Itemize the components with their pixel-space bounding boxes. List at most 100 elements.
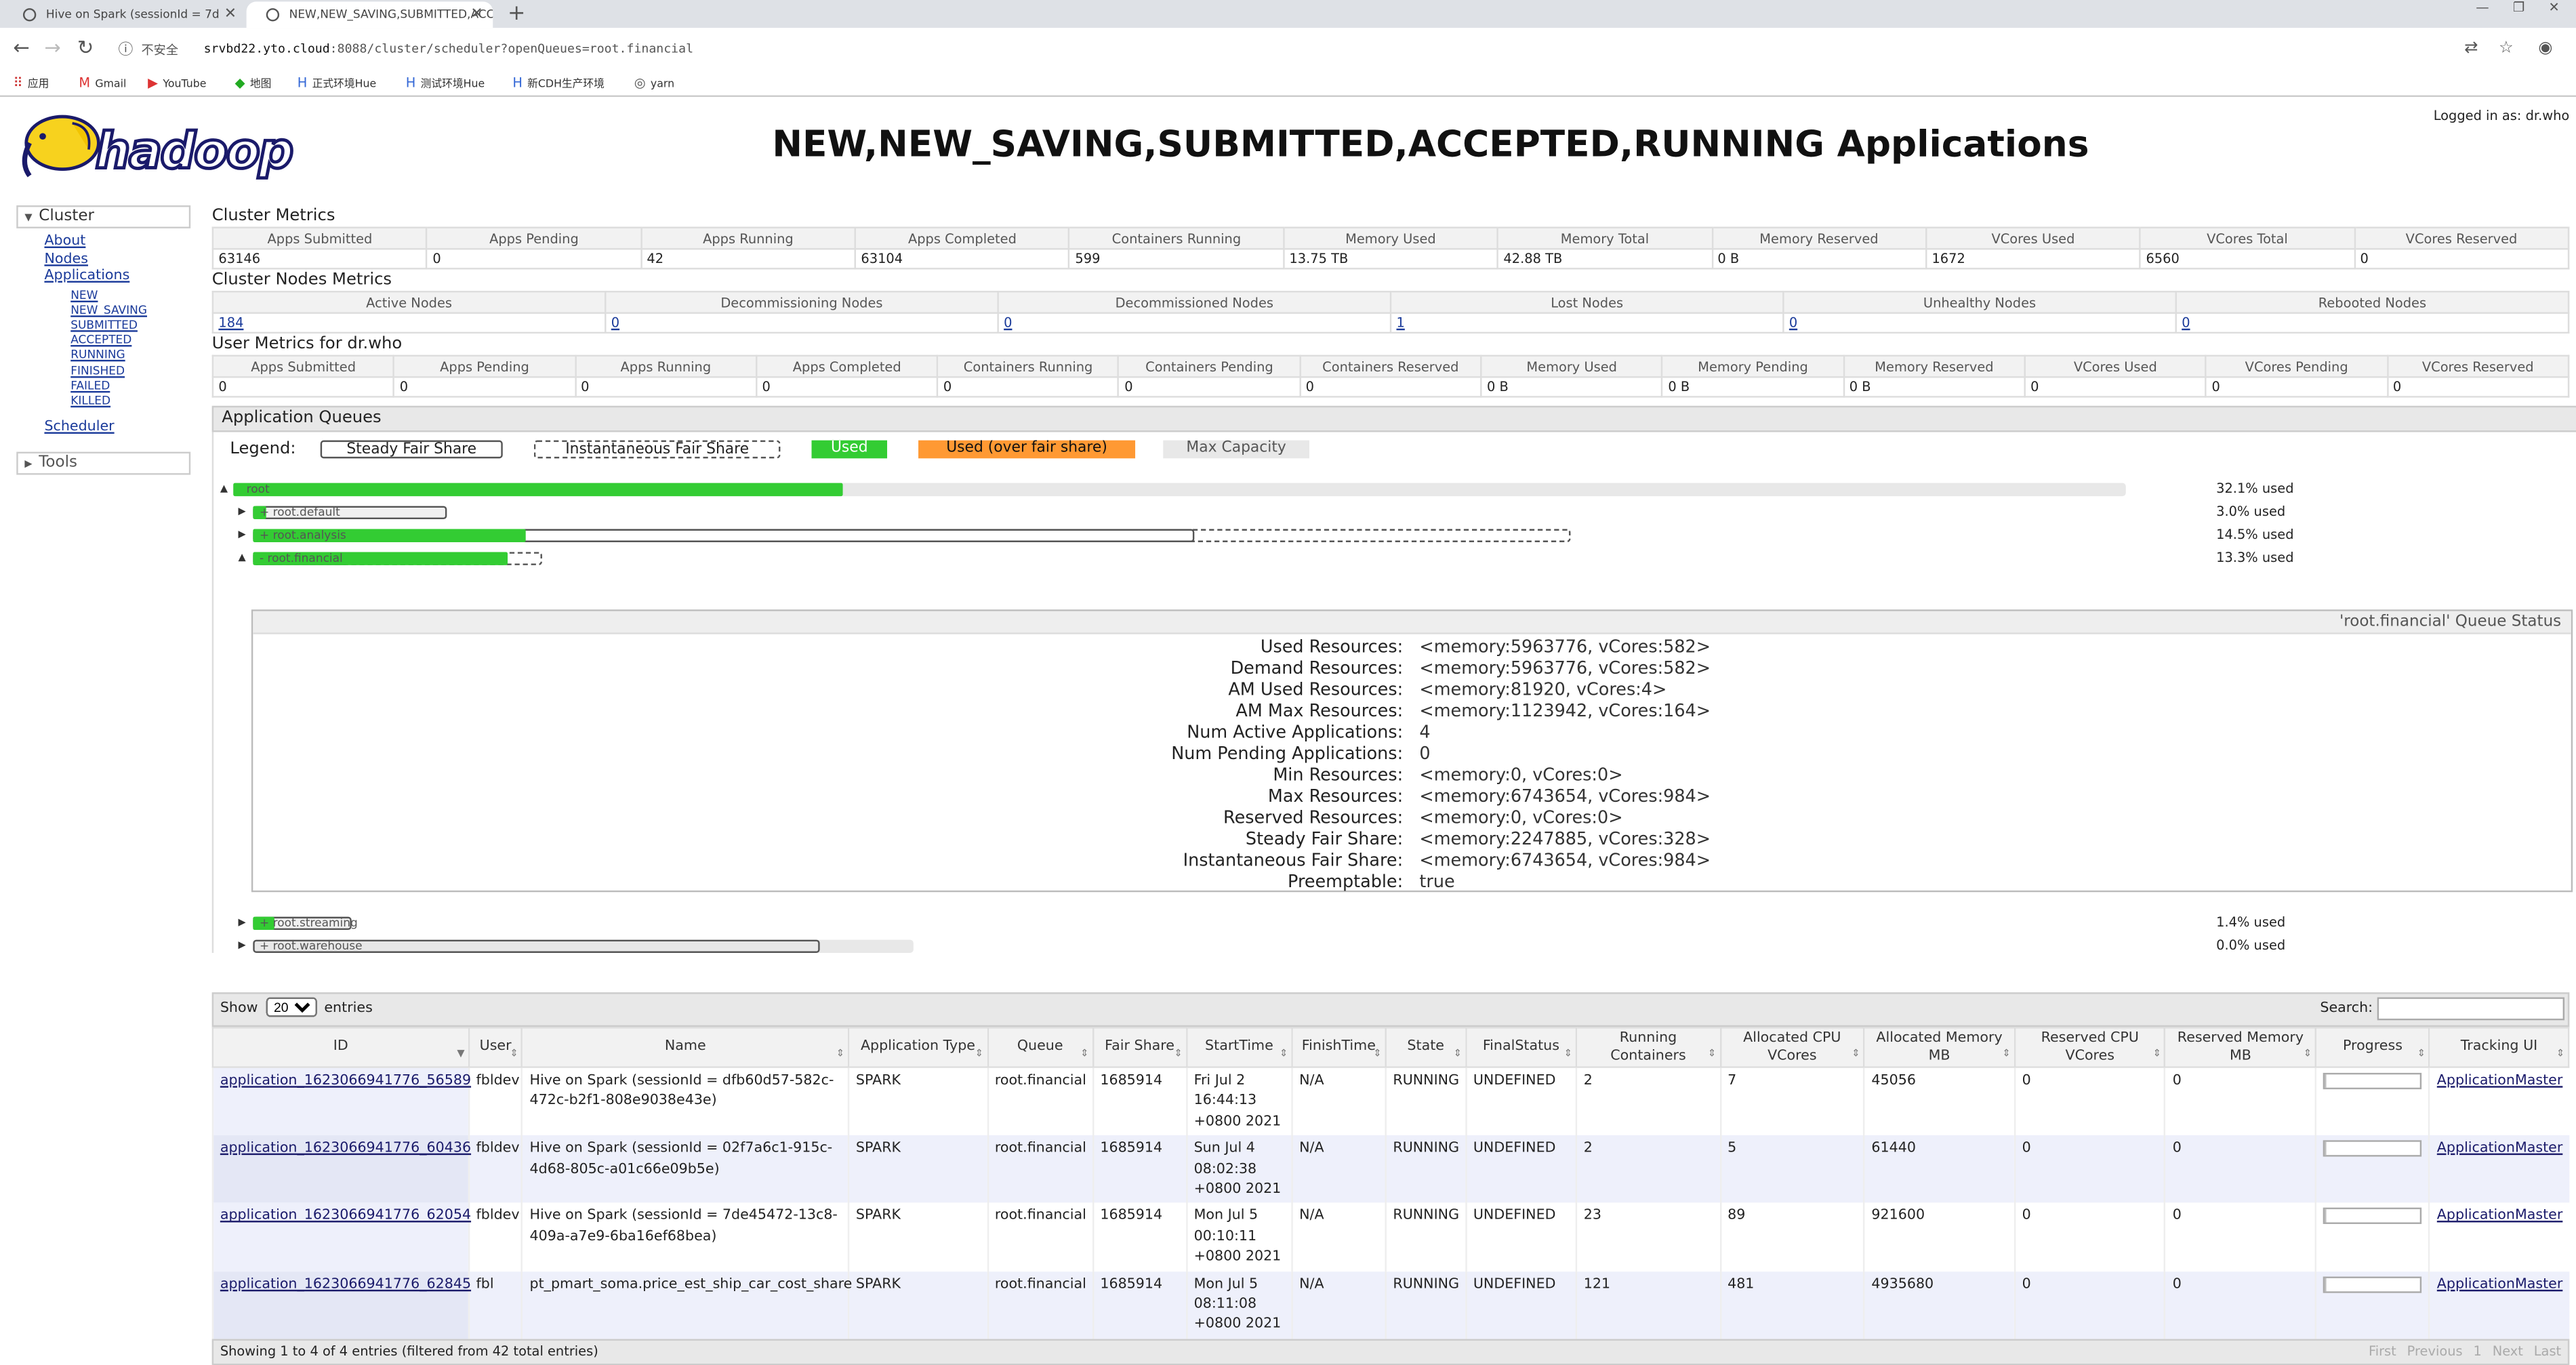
- sort-icon[interactable]: ⇕: [1280, 1045, 1288, 1063]
- translate-icon[interactable]: ⇄: [2464, 39, 2478, 58]
- metric-link[interactable]: 184: [218, 315, 243, 330]
- reload-icon[interactable]: ↻: [73, 36, 99, 59]
- sort-icon[interactable]: ⇕: [1454, 1045, 1462, 1063]
- sort-icon[interactable]: ⇕: [2556, 1045, 2564, 1063]
- url-text[interactable]: srvbd22.yto.cloud:8088/cluster/scheduler…: [204, 41, 693, 56]
- bookmark-maps[interactable]: ◆ 地图: [235, 74, 272, 94]
- sidebar-item-applications[interactable]: Applications: [44, 268, 190, 285]
- sidebar-item-about[interactable]: About: [44, 233, 190, 250]
- queue-row-root[interactable]: ▲ root 32.1% used: [213, 481, 2571, 497]
- column-header[interactable]: Tracking UI ⇕: [2428, 1027, 2570, 1068]
- column-header[interactable]: FinalStatus ⇕: [1465, 1027, 1578, 1068]
- metric-value[interactable]: 1: [1389, 312, 1784, 334]
- bookmark-hue-test[interactable]: H 测试环境Hue: [406, 74, 485, 94]
- sidebar-item-running[interactable]: RUNNING: [70, 349, 190, 364]
- search-input[interactable]: [2377, 996, 2565, 1020]
- sort-icon[interactable]: ⇕: [1373, 1045, 1381, 1063]
- profile-icon[interactable]: ◉: [2538, 39, 2552, 58]
- caret-right-icon[interactable]: ▶: [238, 506, 245, 518]
- sidebar-item-failed[interactable]: FAILED: [70, 379, 190, 394]
- sort-icon[interactable]: ⇕: [2304, 1045, 2312, 1063]
- sort-icon[interactable]: ⇕: [2417, 1045, 2426, 1063]
- column-header[interactable]: Allocated Memory MB ⇕: [1863, 1027, 2016, 1068]
- tab-applications[interactable]: NEW,NEW_SAVING,SUBMITTED,ACC ✕: [246, 1, 493, 28]
- sort-icon[interactable]: ▼: [457, 1045, 464, 1063]
- metric-link[interactable]: 0: [2182, 315, 2190, 330]
- column-header[interactable]: FinishTime ⇕: [1291, 1027, 1387, 1068]
- sidebar-item-scheduler[interactable]: Scheduler: [44, 419, 190, 436]
- sort-icon[interactable]: ⇕: [2002, 1045, 2010, 1063]
- tracking-ui-link[interactable]: ApplicationMaster: [2437, 1276, 2563, 1292]
- sidebar-item-new[interactable]: NEW: [70, 288, 190, 303]
- bookmark-yarn[interactable]: ◎ yarn: [634, 74, 674, 94]
- column-header[interactable]: Fair Share ⇕: [1092, 1027, 1187, 1068]
- metric-value[interactable]: 0: [997, 312, 1392, 334]
- sort-icon[interactable]: ⇕: [1564, 1045, 1572, 1063]
- application-id-link[interactable]: application_1623066941776_62054: [220, 1208, 471, 1225]
- application-id-link[interactable]: application_1623066941776_62845: [220, 1276, 471, 1292]
- bookmark-apps[interactable]: ⠿ 应用: [13, 74, 49, 94]
- queue-row-root-warehouse[interactable]: ▶ + root.warehouse 0.0% used: [213, 938, 2571, 954]
- queue-name[interactable]: + root.streaming: [260, 915, 358, 931]
- queue-name[interactable]: + root.warehouse: [260, 938, 363, 954]
- window-controls[interactable]: — ❐ ✕: [2476, 0, 2569, 15]
- application-id-link[interactable]: application_1623066941776_56589: [220, 1073, 471, 1089]
- sidebar-tools-header[interactable]: ▶ Tools: [16, 451, 191, 474]
- address-bar[interactable]: ⓘ 不安全 srvbd22.yto.cloud:8088/cluster/sch…: [111, 34, 2502, 66]
- metric-link[interactable]: 0: [611, 315, 619, 330]
- metric-value[interactable]: 0: [605, 312, 999, 334]
- bookmark-cdh[interactable]: H 新CDH生产环境: [512, 74, 605, 94]
- bookmark-youtube[interactable]: ▶ YouTube: [148, 74, 206, 94]
- sidebar-item-new-saving[interactable]: NEW_SAVING: [70, 304, 190, 319]
- queue-name[interactable]: - root.financial: [260, 550, 343, 567]
- queue-row-root-streaming[interactable]: ▶ + root.streaming 1.4% used: [213, 915, 2571, 931]
- forward-icon[interactable]: →: [39, 36, 66, 59]
- column-header[interactable]: Name ⇕: [521, 1027, 850, 1068]
- caret-right-icon[interactable]: ▶: [238, 529, 245, 541]
- column-header[interactable]: Queue ⇕: [986, 1027, 1094, 1068]
- metric-value[interactable]: 0: [2175, 312, 2570, 334]
- sort-icon[interactable]: ⇕: [1852, 1045, 1860, 1063]
- close-icon[interactable]: ✕: [470, 1, 483, 28]
- metric-link[interactable]: 1: [1396, 315, 1404, 330]
- column-header[interactable]: User ⇕: [468, 1027, 523, 1068]
- queue-name[interactable]: + root.default: [260, 504, 340, 521]
- column-header[interactable]: State ⇕: [1385, 1027, 1467, 1068]
- column-header[interactable]: Reserved Memory MB ⇕: [2164, 1027, 2317, 1068]
- column-header[interactable]: StartTime ⇕: [1185, 1027, 1293, 1068]
- application-id-link[interactable]: application_1623066941776_60436: [220, 1141, 471, 1157]
- queue-row-root-default[interactable]: ▶ + root.default 3.0% used: [213, 504, 2571, 521]
- metric-value[interactable]: 0: [1782, 312, 2177, 334]
- caret-down-icon[interactable]: ▲: [238, 552, 245, 563]
- sort-icon[interactable]: ⇕: [975, 1045, 983, 1063]
- bookmark-hue-prod[interactable]: H 正式环境Hue: [298, 74, 376, 94]
- sort-icon[interactable]: ⇕: [2153, 1045, 2161, 1063]
- sort-icon[interactable]: ⇕: [1080, 1045, 1088, 1063]
- tracking-ui-link[interactable]: ApplicationMaster: [2437, 1208, 2563, 1225]
- hadoop-logo[interactable]: hadoop: [16, 107, 320, 186]
- queue-row-root-financial[interactable]: ▲ - root.financial 13.3% used: [213, 550, 2571, 567]
- column-header[interactable]: ID ▼: [211, 1027, 470, 1068]
- sort-icon[interactable]: ⇕: [836, 1045, 844, 1063]
- sort-icon[interactable]: ⇕: [510, 1045, 518, 1063]
- close-icon[interactable]: ✕: [224, 1, 237, 28]
- new-tab-button[interactable]: +: [508, 0, 525, 28]
- sidebar-item-submitted[interactable]: SUBMITTED: [70, 319, 190, 333]
- column-header[interactable]: Allocated CPU VCores ⇕: [1719, 1027, 1865, 1068]
- queue-row-root-analysis[interactable]: ▶ + root.analysis 14.5% used: [213, 527, 2571, 544]
- column-header[interactable]: Reserved CPU VCores ⇕: [2013, 1027, 2167, 1068]
- sidebar-item-killed[interactable]: KILLED: [70, 394, 190, 409]
- caret-down-icon[interactable]: ▲: [220, 483, 228, 495]
- queue-name[interactable]: + root.analysis: [260, 527, 346, 544]
- column-header[interactable]: Running Containers ⇕: [1575, 1027, 1721, 1068]
- star-icon[interactable]: ☆: [2499, 39, 2514, 58]
- queue-name[interactable]: root: [247, 481, 270, 497]
- caret-right-icon[interactable]: ▶: [238, 940, 245, 952]
- sidebar-item-nodes[interactable]: Nodes: [44, 251, 190, 268]
- sidebar-item-finished[interactable]: FINISHED: [70, 364, 190, 379]
- sidebar-cluster-header[interactable]: ▼ Cluster: [16, 205, 191, 228]
- tracking-ui-link[interactable]: ApplicationMaster: [2437, 1073, 2563, 1089]
- metric-link[interactable]: 0: [1004, 315, 1012, 330]
- column-header[interactable]: Progress ⇕: [2314, 1027, 2431, 1068]
- tab-hive-on-spark[interactable]: Hive on Spark (sessionId = 7d ✕: [3, 1, 247, 28]
